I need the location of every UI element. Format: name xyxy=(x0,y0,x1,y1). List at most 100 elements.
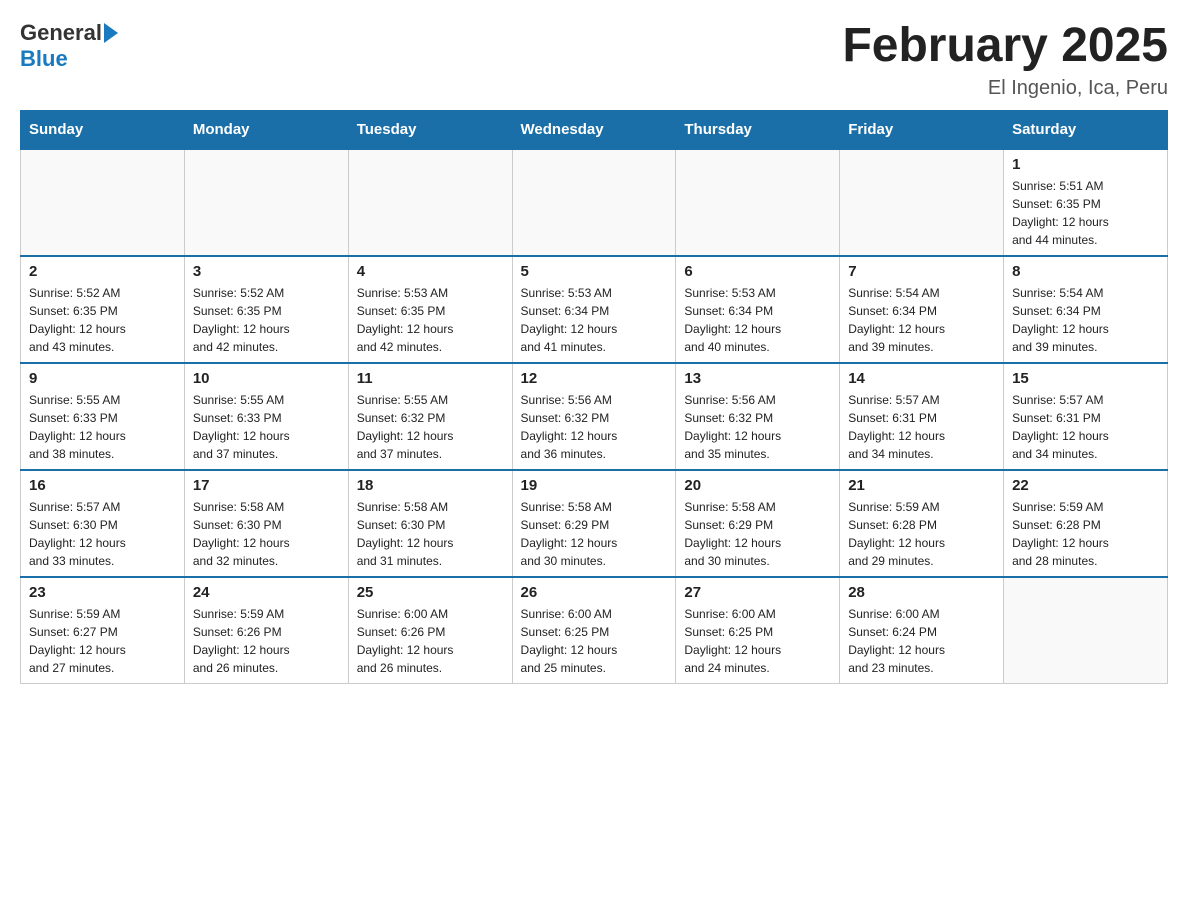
calendar-cell: 25 Sunrise: 6:00 AM Sunset: 6:26 PM Dayli… xyxy=(348,577,512,684)
day-number: 12 xyxy=(521,370,668,387)
calendar-cell: 28 Sunrise: 6:00 AM Sunset: 6:24 PM Dayli… xyxy=(840,577,1004,684)
calendar-cell: 17 Sunrise: 5:58 AM Sunset: 6:30 PM Dayli… xyxy=(184,470,348,577)
day-number: 13 xyxy=(684,370,831,387)
day-number: 15 xyxy=(1012,370,1159,387)
calendar-cell: 24 Sunrise: 5:59 AM Sunset: 6:26 PM Dayli… xyxy=(184,577,348,684)
day-number: 9 xyxy=(29,370,176,387)
calendar-cell: 20Sunrise: 5:58 AM Sunset: 6:29 PM Dayli… xyxy=(676,470,840,577)
calendar-cell: 27 Sunrise: 6:00 AM Sunset: 6:25 PM Dayli… xyxy=(676,577,840,684)
day-number: 10 xyxy=(193,370,340,387)
day-info: Sunrise: 6:00 AM Sunset: 6:24 PM Dayligh… xyxy=(848,605,995,677)
day-number: 1 xyxy=(1012,156,1159,173)
day-number: 19 xyxy=(521,477,668,494)
calendar-cell: 26 Sunrise: 6:00 AM Sunset: 6:25 PM Dayli… xyxy=(512,577,676,684)
day-number: 4 xyxy=(357,263,504,280)
calendar-cell: 11 Sunrise: 5:55 AM Sunset: 6:32 PM Dayli… xyxy=(348,363,512,470)
day-info: Sunrise: 5:55 AM Sunset: 6:33 PM Dayligh… xyxy=(193,391,340,463)
calendar-cell: 3 Sunrise: 5:52 AM Sunset: 6:35 PM Daylig… xyxy=(184,256,348,363)
day-number: 3 xyxy=(193,263,340,280)
calendar-cell: 9 Sunrise: 5:55 AM Sunset: 6:33 PM Daylig… xyxy=(21,363,185,470)
calendar-cell: 12 Sunrise: 5:56 AM Sunset: 6:32 PM Dayli… xyxy=(512,363,676,470)
day-info: Sunrise: 5:58 AM Sunset: 6:29 PM Dayligh… xyxy=(521,498,668,570)
day-number: 28 xyxy=(848,584,995,601)
month-title: February 2025 xyxy=(842,20,1168,73)
day-info: Sunrise: 5:54 AM Sunset: 6:34 PM Dayligh… xyxy=(848,284,995,356)
day-number: 8 xyxy=(1012,263,1159,280)
day-info: Sunrise: 5:53 AM Sunset: 6:34 PM Dayligh… xyxy=(684,284,831,356)
calendar-week-3: 9 Sunrise: 5:55 AM Sunset: 6:33 PM Daylig… xyxy=(21,363,1168,470)
day-number: 18 xyxy=(357,477,504,494)
calendar-cell: 13 Sunrise: 5:56 AM Sunset: 6:32 PM Dayli… xyxy=(676,363,840,470)
day-info: Sunrise: 5:52 AM Sunset: 6:35 PM Dayligh… xyxy=(193,284,340,356)
day-number: 24 xyxy=(193,584,340,601)
calendar-cell xyxy=(512,149,676,256)
day-number: 27 xyxy=(684,584,831,601)
weekday-header-saturday: Saturday xyxy=(1004,110,1168,149)
calendar-cell xyxy=(1004,577,1168,684)
day-number: 14 xyxy=(848,370,995,387)
calendar-week-1: 1 Sunrise: 5:51 AM Sunset: 6:35 PM Daylig… xyxy=(21,149,1168,256)
calendar-cell: 4 Sunrise: 5:53 AM Sunset: 6:35 PM Daylig… xyxy=(348,256,512,363)
calendar-cell xyxy=(840,149,1004,256)
day-info: Sunrise: 5:55 AM Sunset: 6:33 PM Dayligh… xyxy=(29,391,176,463)
calendar-cell: 8Sunrise: 5:54 AM Sunset: 6:34 PM Daylig… xyxy=(1004,256,1168,363)
day-info: Sunrise: 5:57 AM Sunset: 6:31 PM Dayligh… xyxy=(1012,391,1159,463)
calendar-week-5: 23Sunrise: 5:59 AM Sunset: 6:27 PM Dayli… xyxy=(21,577,1168,684)
day-info: Sunrise: 5:59 AM Sunset: 6:26 PM Dayligh… xyxy=(193,605,340,677)
calendar-cell: 6 Sunrise: 5:53 AM Sunset: 6:34 PM Daylig… xyxy=(676,256,840,363)
day-number: 5 xyxy=(521,263,668,280)
day-info: Sunrise: 5:53 AM Sunset: 6:35 PM Dayligh… xyxy=(357,284,504,356)
calendar-cell: 1 Sunrise: 5:51 AM Sunset: 6:35 PM Daylig… xyxy=(1004,149,1168,256)
day-number: 26 xyxy=(521,584,668,601)
day-info: Sunrise: 5:53 AM Sunset: 6:34 PM Dayligh… xyxy=(521,284,668,356)
logo: General Blue xyxy=(20,20,118,72)
day-number: 22 xyxy=(1012,477,1159,494)
day-info: Sunrise: 5:52 AM Sunset: 6:35 PM Dayligh… xyxy=(29,284,176,356)
day-info: Sunrise: 5:57 AM Sunset: 6:30 PM Dayligh… xyxy=(29,498,176,570)
weekday-header-row: SundayMondayTuesdayWednesdayThursdayFrid… xyxy=(21,110,1168,149)
calendar-week-2: 2 Sunrise: 5:52 AM Sunset: 6:35 PM Daylig… xyxy=(21,256,1168,363)
day-info: Sunrise: 5:56 AM Sunset: 6:32 PM Dayligh… xyxy=(521,391,668,463)
day-info: Sunrise: 5:51 AM Sunset: 6:35 PM Dayligh… xyxy=(1012,177,1159,249)
day-number: 7 xyxy=(848,263,995,280)
location-text: El Ingenio, Ica, Peru xyxy=(842,77,1168,100)
day-info: Sunrise: 6:00 AM Sunset: 6:25 PM Dayligh… xyxy=(684,605,831,677)
calendar-cell: 16 Sunrise: 5:57 AM Sunset: 6:30 PM Dayli… xyxy=(21,470,185,577)
day-number: 6 xyxy=(684,263,831,280)
calendar-week-4: 16 Sunrise: 5:57 AM Sunset: 6:30 PM Dayli… xyxy=(21,470,1168,577)
day-number: 2 xyxy=(29,263,176,280)
calendar-cell: 23Sunrise: 5:59 AM Sunset: 6:27 PM Dayli… xyxy=(21,577,185,684)
logo-general-text: General xyxy=(20,20,102,46)
weekday-header-thursday: Thursday xyxy=(676,110,840,149)
day-number: 25 xyxy=(357,584,504,601)
calendar-cell: 19 Sunrise: 5:58 AM Sunset: 6:29 PM Dayli… xyxy=(512,470,676,577)
calendar-cell xyxy=(184,149,348,256)
logo-arrow-icon xyxy=(104,23,118,43)
calendar-cell: 10 Sunrise: 5:55 AM Sunset: 6:33 PM Dayli… xyxy=(184,363,348,470)
calendar-cell: 2 Sunrise: 5:52 AM Sunset: 6:35 PM Daylig… xyxy=(21,256,185,363)
day-number: 16 xyxy=(29,477,176,494)
day-number: 17 xyxy=(193,477,340,494)
calendar-cell: 5 Sunrise: 5:53 AM Sunset: 6:34 PM Daylig… xyxy=(512,256,676,363)
calendar-cell: 18Sunrise: 5:58 AM Sunset: 6:30 PM Dayli… xyxy=(348,470,512,577)
day-info: Sunrise: 5:55 AM Sunset: 6:32 PM Dayligh… xyxy=(357,391,504,463)
weekday-header-tuesday: Tuesday xyxy=(348,110,512,149)
day-info: Sunrise: 6:00 AM Sunset: 6:26 PM Dayligh… xyxy=(357,605,504,677)
calendar-cell: 22 Sunrise: 5:59 AM Sunset: 6:28 PM Dayli… xyxy=(1004,470,1168,577)
day-info: Sunrise: 5:58 AM Sunset: 6:30 PM Dayligh… xyxy=(193,498,340,570)
calendar-cell xyxy=(676,149,840,256)
weekday-header-monday: Monday xyxy=(184,110,348,149)
calendar-table: SundayMondayTuesdayWednesdayThursdayFrid… xyxy=(20,110,1168,684)
calendar-cell: 7 Sunrise: 5:54 AM Sunset: 6:34 PM Daylig… xyxy=(840,256,1004,363)
calendar-cell xyxy=(21,149,185,256)
calendar-cell xyxy=(348,149,512,256)
logo-blue-text: Blue xyxy=(20,46,68,72)
page-header: General Blue February 2025 El Ingenio, I… xyxy=(20,20,1168,100)
day-number: 23 xyxy=(29,584,176,601)
day-number: 11 xyxy=(357,370,504,387)
day-info: Sunrise: 5:56 AM Sunset: 6:32 PM Dayligh… xyxy=(684,391,831,463)
calendar-cell: 14Sunrise: 5:57 AM Sunset: 6:31 PM Dayli… xyxy=(840,363,1004,470)
day-info: Sunrise: 5:59 AM Sunset: 6:28 PM Dayligh… xyxy=(1012,498,1159,570)
day-info: Sunrise: 5:58 AM Sunset: 6:29 PM Dayligh… xyxy=(684,498,831,570)
day-info: Sunrise: 6:00 AM Sunset: 6:25 PM Dayligh… xyxy=(521,605,668,677)
